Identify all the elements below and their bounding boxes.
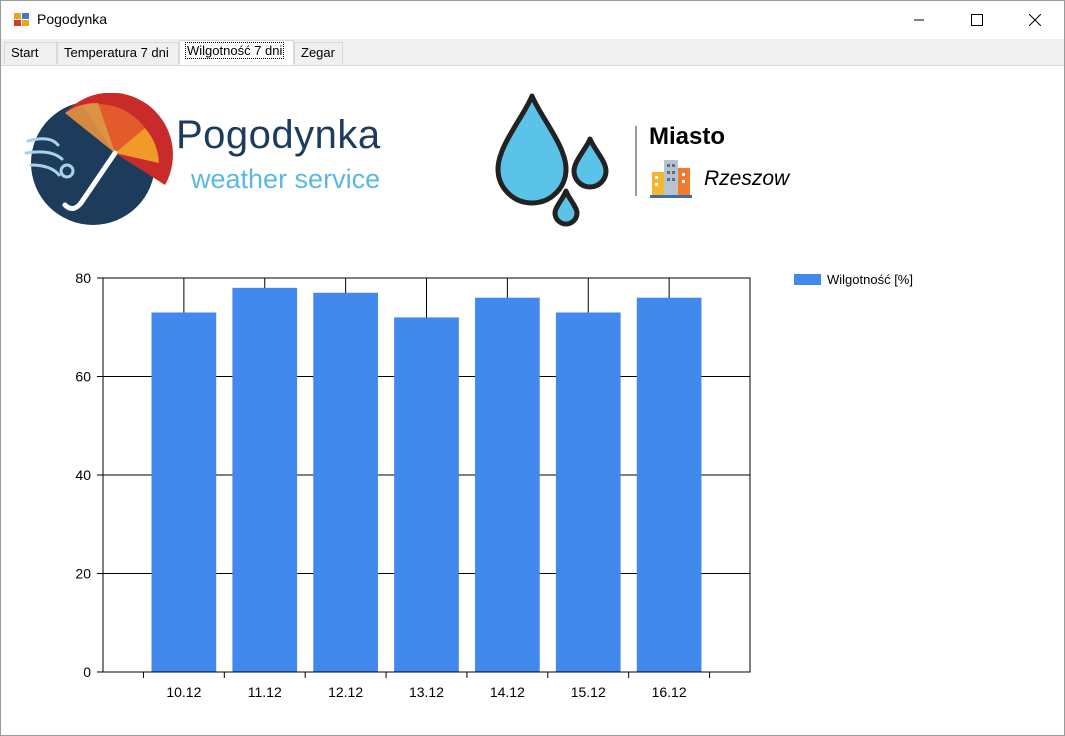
tab-zegar[interactable]: Zegar	[294, 42, 343, 64]
bar-12.12	[313, 292, 378, 672]
legend-label: Wilgotność [%]	[827, 272, 913, 287]
tab-temperatura[interactable]: Temperatura 7 dni	[57, 42, 179, 64]
header-divider	[635, 126, 637, 196]
x-tick-label: 10.12	[166, 684, 201, 700]
tab-strip: Start Temperatura 7 dni Wilgotność 7 dni…	[1, 39, 1064, 66]
city-buildings-icon	[650, 160, 692, 198]
bar-16.12	[636, 297, 702, 672]
bar-14.12	[475, 297, 540, 672]
x-tick-label: 15.12	[571, 684, 606, 700]
water-drops-icon	[495, 93, 609, 227]
tab-content-humidity: Pogodynka weather service Miasto Rzeszow…	[1, 66, 1064, 735]
app-window: Pogodynka Start Temperatura 7 dni Wilgot…	[0, 0, 1065, 736]
city-label: Miasto	[649, 123, 726, 150]
logo-title: Pogodynka	[176, 113, 381, 157]
legend-swatch	[794, 274, 821, 285]
city-value: Rzeszow	[704, 167, 790, 190]
y-tick-label: 20	[75, 566, 91, 582]
tab-start[interactable]: Start	[4, 42, 57, 64]
logo-subtitle: weather service	[191, 164, 381, 194]
x-tick-label: 11.12	[248, 684, 282, 700]
x-tick-label: 16.12	[652, 684, 687, 700]
title-bar[interactable]: Pogodynka	[1, 1, 1064, 39]
y-tick-label: 80	[75, 270, 91, 286]
y-tick-label: 40	[75, 467, 91, 483]
x-tick-label: 13.12	[409, 684, 444, 700]
x-tick-label: 14.12	[490, 684, 525, 700]
maximize-button[interactable]	[948, 1, 1006, 39]
window-title: Pogodynka	[37, 11, 108, 27]
close-button[interactable]	[1006, 1, 1064, 39]
bar-15.12	[555, 312, 621, 672]
chart-legend: Wilgotność [%]	[794, 272, 913, 287]
minimize-button[interactable]	[890, 1, 948, 39]
bar-10.12	[151, 312, 217, 672]
x-tick-label: 12.12	[328, 684, 363, 700]
app-window-icon	[14, 13, 29, 26]
bar-11.12	[232, 287, 298, 672]
umbrella-logo-icon	[24, 93, 173, 225]
bar-13.12	[394, 317, 459, 672]
tab-wilgotnosc[interactable]: Wilgotność 7 dni	[179, 40, 294, 65]
y-tick-label: 0	[83, 664, 91, 680]
close-icon	[1029, 14, 1041, 26]
minimize-icon	[914, 19, 924, 21]
humidity-chart: 0 20 40 60 80 10.12 11.12 12.12 13.12 14.12 15.12 1…	[75, 270, 751, 700]
maximize-icon	[971, 14, 983, 26]
y-tick-label: 60	[75, 369, 91, 385]
